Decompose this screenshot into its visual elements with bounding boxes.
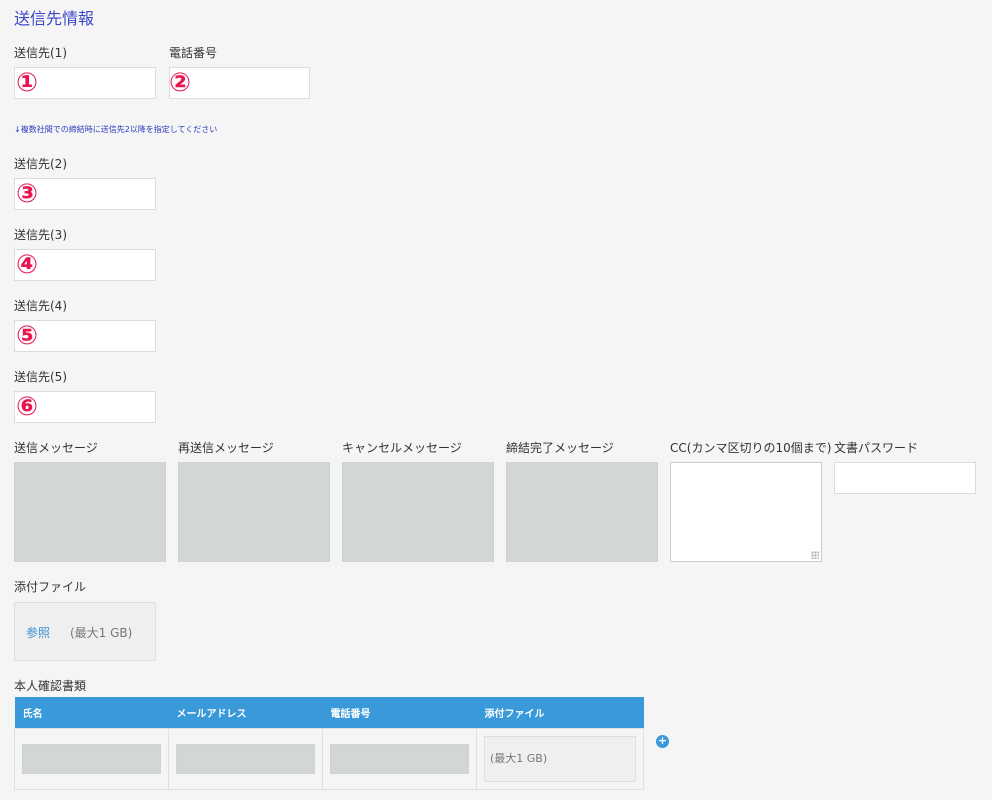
phone-number-input[interactable] xyxy=(330,744,469,774)
column-header-phone: 電話番号 xyxy=(322,697,477,729)
resend-message-textarea[interactable] xyxy=(178,462,330,562)
column-header-name: 氏名 xyxy=(14,697,169,729)
cc-textarea[interactable] xyxy=(670,462,822,562)
attachment-dropzone[interactable]: 参照 (最大1 GB) xyxy=(14,602,156,661)
complete-message-label: 締結完了メッセージ xyxy=(506,441,614,455)
attachment-cell: (最大1 GB) xyxy=(476,728,644,790)
recipient-5-label: 送信先(5) xyxy=(14,370,67,384)
cancel-message-textarea[interactable] xyxy=(342,462,494,562)
phone-label: 電話番号 xyxy=(169,46,218,60)
multi-party-hint: ↓複数社間での締結時に送信先2以降を指定してください xyxy=(14,125,218,134)
name-cell xyxy=(14,728,169,790)
section-title: 送信先情報 xyxy=(14,9,95,28)
cc-label: CC(カンマ区切りの10個まで) xyxy=(670,441,832,455)
name-input[interactable] xyxy=(22,744,161,774)
column-header-email: メールアドレス xyxy=(168,697,323,729)
identity-docs-label: 本人確認書類 xyxy=(14,679,87,693)
marker-5: ⑤ xyxy=(16,321,39,351)
marker-6: ⑥ xyxy=(16,392,39,422)
complete-message-textarea[interactable] xyxy=(506,462,658,562)
email-input[interactable] xyxy=(176,744,315,774)
marker-2: ② xyxy=(169,68,192,98)
attachment-label: 添付ファイル xyxy=(14,580,87,594)
attachment-max-size: (最大1 GB) xyxy=(70,626,133,640)
marker-4: ④ xyxy=(16,250,39,280)
row-attachment-dropzone[interactable]: (最大1 GB) xyxy=(484,736,636,782)
identity-docs-table: 氏名 メールアドレス 電話番号 添付ファイル (最大1 GB) xyxy=(14,697,644,790)
password-label: 文書パスワード xyxy=(834,441,919,455)
recipient-4-label: 送信先(4) xyxy=(14,299,67,313)
cancel-message-label: キャンセルメッセージ xyxy=(342,441,462,455)
resize-grip-icon[interactable] xyxy=(811,551,819,559)
password-input[interactable] xyxy=(834,462,976,494)
send-message-label: 送信メッセージ xyxy=(14,441,98,455)
phone-cell xyxy=(322,728,477,790)
recipient-3-label: 送信先(3) xyxy=(14,228,67,242)
browse-button[interactable]: 参照 xyxy=(26,624,50,641)
send-message-textarea[interactable] xyxy=(14,462,166,562)
add-row-icon[interactable]: + xyxy=(656,735,669,748)
table-row: (最大1 GB) xyxy=(14,728,644,790)
email-cell xyxy=(168,728,323,790)
resend-message-label: 再送信メッセージ xyxy=(178,441,274,455)
marker-3: ③ xyxy=(16,179,39,209)
recipient-1-label: 送信先(1) xyxy=(14,46,67,60)
column-header-attachment: 添付ファイル xyxy=(476,697,644,729)
marker-1: ① xyxy=(16,68,39,98)
recipient-2-label: 送信先(2) xyxy=(14,157,67,171)
